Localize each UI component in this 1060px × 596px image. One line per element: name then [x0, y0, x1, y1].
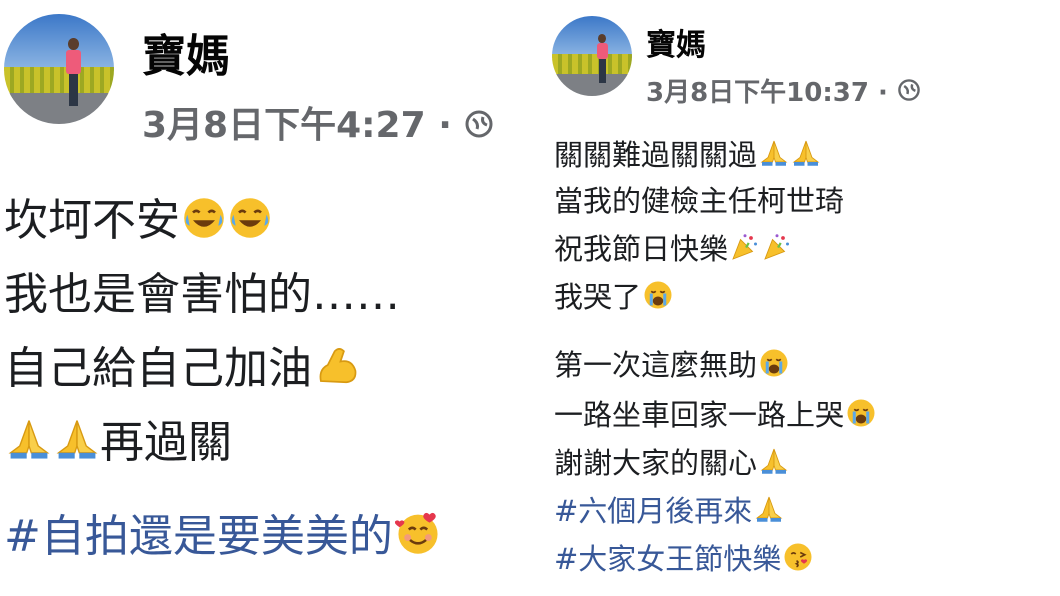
post-line-3: 自己給自己加油: [4, 332, 360, 396]
crying-face-emoji: [643, 280, 673, 310]
post-line-9: #大家女王節快樂: [554, 536, 813, 578]
post-text: 祝我節日快樂: [554, 232, 729, 266]
smiling-face-with-hearts-emoji: [394, 510, 441, 556]
post-line-6: 一路坐車回家一路上哭: [554, 392, 876, 434]
kissing-face-emoji: [783, 542, 813, 572]
post-line-1: 坎坷不安: [4, 184, 272, 248]
author-name[interactable]: 寶媽: [646, 20, 706, 64]
meta-separator: ·: [438, 105, 452, 146]
timestamp-text[interactable]: 3月8日下午10:37: [646, 78, 869, 108]
post-line-4: 我哭了: [554, 274, 673, 316]
folded-hands-emoji: [791, 138, 821, 168]
folded-hands-emoji: [759, 446, 789, 476]
post-line-7: 謝謝大家的關心: [554, 440, 789, 482]
folded-hands-emoji: [6, 416, 52, 462]
post-line-5: #自拍還是要美美的: [4, 500, 441, 564]
hashtag-link[interactable]: #六個月後再來: [554, 494, 752, 528]
post-text: 我也是會害怕的……: [4, 269, 400, 320]
author-avatar[interactable]: [552, 16, 632, 96]
post-line-4: 再過關: [4, 406, 232, 470]
globe-icon: [464, 107, 494, 148]
post-text: 坎坷不安: [4, 195, 180, 246]
tears-of-joy-emoji: [182, 196, 226, 240]
flexed-biceps-emoji: [314, 342, 360, 388]
post-text: 我哭了: [554, 280, 642, 314]
hashtag-link[interactable]: #大家女王節快樂: [554, 542, 781, 576]
post-text: 當我的健檢主任柯世琦: [554, 184, 845, 218]
author-name[interactable]: 寶媽: [142, 20, 230, 84]
crying-face-emoji: [846, 398, 876, 428]
tears-of-joy-emoji: [228, 196, 272, 240]
meta-separator: ·: [878, 78, 888, 108]
post-line-8: #六個月後再來: [554, 488, 784, 530]
crying-face-emoji: [759, 348, 789, 378]
post-line-5: 第一次這麼無助: [554, 342, 789, 384]
timestamp-text[interactable]: 3月8日下午4:27: [142, 105, 426, 146]
post-line-2: 當我的健檢主任柯世琦: [554, 178, 844, 220]
folded-hands-emoji: [759, 138, 789, 168]
left-post: 寶媽 3月8日下午4:27 · 坎坷不安 我也是會害怕的…… 自己給自己加油 再…: [0, 0, 532, 596]
post-line-3: 祝我節日快樂: [554, 226, 792, 268]
panel-divider: [534, 0, 538, 596]
post-text: 一路坐車回家一路上哭: [554, 398, 845, 432]
author-avatar[interactable]: [4, 14, 114, 124]
globe-icon: [897, 78, 921, 109]
post-text: 自己給自己加油: [4, 343, 312, 394]
post-timestamp[interactable]: 3月8日下午10:37 ·: [646, 72, 921, 109]
post-text: 謝謝大家的關心: [554, 446, 758, 480]
post-text: 第一次這麼無助: [554, 348, 758, 382]
hashtag-link[interactable]: #自拍還是要美美的: [4, 511, 393, 562]
folded-hands-emoji: [754, 494, 784, 524]
post-line-1: 關關難過關關過: [554, 132, 821, 174]
party-popper-emoji: [762, 232, 792, 262]
folded-hands-emoji: [54, 416, 100, 462]
post-line-2: 我也是會害怕的……: [4, 258, 400, 322]
post-timestamp[interactable]: 3月8日下午4:27 ·: [142, 96, 494, 148]
post-text: 關關難過關關過: [554, 138, 758, 172]
post-text: 再過關: [100, 417, 232, 468]
party-popper-emoji: [730, 232, 760, 262]
right-post: 寶媽 3月8日下午10:37 · 關關難過關關過 當我的健檢主任柯世琦 祝我節日…: [540, 0, 1060, 596]
